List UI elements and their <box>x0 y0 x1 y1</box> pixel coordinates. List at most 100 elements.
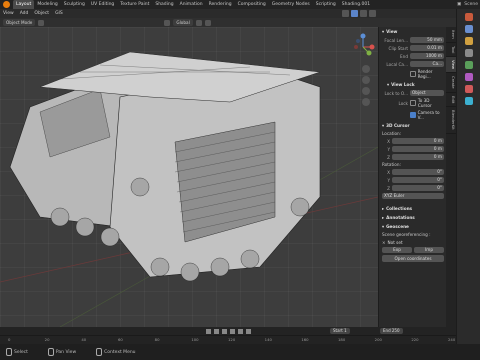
tab-geometry-nodes[interactable]: Geometry Nodes <box>269 0 313 9</box>
render-region-row[interactable]: Render Regi... <box>379 68 447 80</box>
properties-tab-icon[interactable] <box>465 97 473 105</box>
lock-cursor-checkbox[interactable] <box>410 100 416 106</box>
select-box-icon[interactable] <box>38 19 45 26</box>
axis-label: Y <box>387 177 390 183</box>
location-y-field[interactable]: 0 m <box>392 146 444 152</box>
tab-uv-editing[interactable]: UV Editing <box>88 0 117 9</box>
properties-tab-icon[interactable] <box>465 73 473 81</box>
menu-object[interactable]: Object <box>31 11 52 16</box>
tab-texture-paint[interactable]: Texture Paint <box>117 0 152 9</box>
axis-label: Y <box>387 146 390 152</box>
status-context: Context Menu <box>96 348 136 356</box>
frame-start-field[interactable]: Start 1 <box>330 328 350 334</box>
sidebar-tab-view[interactable]: View <box>446 57 456 74</box>
pan-hand-icon[interactable] <box>362 76 370 84</box>
tab-sculpting[interactable]: Sculpting <box>61 0 88 9</box>
cursor-section-title: 3D Cursor <box>386 123 410 128</box>
sidebar-tab-blenderkit[interactable]: BlenderKit <box>446 107 456 134</box>
lock-object-field[interactable]: Object <box>410 90 444 96</box>
view-lock-header[interactable]: ▾ View Lock <box>379 80 447 89</box>
tab-modeling[interactable]: Modeling <box>34 0 60 9</box>
import-button[interactable]: Imp <box>414 247 444 253</box>
3d-viewport[interactable] <box>0 27 378 327</box>
navigation-gizmo[interactable] <box>351 33 375 59</box>
rotation-mode-dropdown[interactable]: XYZ Euler <box>382 193 444 199</box>
zoom-icon[interactable] <box>362 65 370 73</box>
properties-tab-icon[interactable] <box>465 85 473 93</box>
menu-gis[interactable]: GIS <box>52 11 66 16</box>
tab-rendering[interactable]: Rendering <box>206 0 235 9</box>
clip-end-field[interactable]: 1000 m <box>410 53 444 59</box>
collections-header[interactable]: ▸ Collections <box>379 204 447 213</box>
clip-start-row: Clip Start 0.01 m <box>379 44 447 52</box>
lock-cursor-row[interactable]: Lock To 3D Cursor <box>379 97 447 109</box>
frame-tick-label: 60 <box>118 337 123 342</box>
blender-logo-icon[interactable] <box>3 1 10 8</box>
frame-tick-label: 80 <box>154 337 160 342</box>
view-section-header[interactable]: ▾ View <box>379 27 447 36</box>
end-value: 250 <box>391 328 400 333</box>
tab-compositing[interactable]: Compositing <box>235 0 269 9</box>
location-z-field[interactable]: 0 m <box>392 154 444 160</box>
shading-solid-icon[interactable] <box>351 10 358 17</box>
jump-end-icon[interactable] <box>245 328 251 334</box>
sidebar-tab-tool[interactable]: Tool <box>446 43 456 58</box>
menu-add[interactable]: Add <box>17 11 32 16</box>
transform-pivot-icon[interactable] <box>164 19 171 26</box>
properties-tab-icon[interactable] <box>465 25 473 33</box>
axis-gizmo-icon[interactable] <box>351 33 375 59</box>
jump-start-icon[interactable] <box>205 328 211 334</box>
local-camera-field[interactable]: Ca... <box>410 61 444 67</box>
play-icon[interactable] <box>229 328 235 334</box>
lock-object-label: Lock to O... <box>384 90 408 96</box>
export-button[interactable]: Exp <box>382 247 412 253</box>
rotation-z-field[interactable]: 0° <box>392 185 444 191</box>
scene-label[interactable]: Scene <box>464 0 478 9</box>
chevron-down-icon: ▾ <box>382 224 385 229</box>
location-x-field[interactable]: 0 m <box>392 138 444 144</box>
properties-tab-icon[interactable] <box>465 49 473 57</box>
tab-animation[interactable]: Animation <box>177 0 206 9</box>
tab-layout[interactable]: Layout <box>13 0 35 9</box>
geoscene-header[interactable]: ▾ Geoscene <box>379 222 447 231</box>
timeline-editor: Start 1 End 250 0 20 40 60 80 100 120 140 160 180… <box>0 327 456 344</box>
open-coordinates-button[interactable]: Open coordinates <box>382 255 444 262</box>
sidebar-tab-edit[interactable]: Edit <box>446 93 456 108</box>
proportional-edit-icon[interactable] <box>204 19 211 26</box>
menu-view[interactable]: View <box>0 11 17 16</box>
shading-material-icon[interactable] <box>360 10 367 17</box>
camera-to-view-label: Camera to V... <box>417 110 440 120</box>
sidebar-tab-item[interactable]: Item <box>446 27 456 43</box>
rotation-x-field[interactable]: 0° <box>392 169 444 175</box>
focal-length-field[interactable]: 50 mm <box>410 37 444 43</box>
scene-icon[interactable]: ▣ <box>457 0 461 9</box>
cursor-section-header[interactable]: ▾ 3D Cursor <box>379 121 447 130</box>
properties-tab-icon[interactable] <box>465 13 473 21</box>
properties-tab-icon[interactable] <box>465 61 473 69</box>
camera-to-view-row[interactable]: Camera to V... <box>379 109 447 121</box>
play-reverse-icon[interactable] <box>221 328 227 334</box>
annotations-header[interactable]: ▸ Annotations <box>379 213 447 222</box>
render-region-checkbox[interactable] <box>410 71 416 77</box>
properties-tab-icon[interactable] <box>465 37 473 45</box>
shading-rendered-icon[interactable] <box>369 10 376 17</box>
mode-selector[interactable]: Object Mode <box>3 19 36 26</box>
tank-model[interactable] <box>0 27 378 327</box>
clip-start-field[interactable]: 0.01 m <box>410 45 444 51</box>
next-keyframe-icon[interactable] <box>237 328 243 334</box>
camera-view-icon[interactable] <box>362 87 370 95</box>
shading-wireframe-icon[interactable] <box>342 10 349 17</box>
tab-shading[interactable]: Shading <box>152 0 176 9</box>
prev-keyframe-icon[interactable] <box>213 328 219 334</box>
rotation-y-field[interactable]: 0° <box>392 177 444 183</box>
perspective-toggle-icon[interactable] <box>362 98 370 106</box>
tab-shading-001[interactable]: Shading.001 <box>339 0 373 9</box>
frame-end-field[interactable]: End 250 <box>380 328 403 334</box>
camera-to-view-checkbox[interactable] <box>410 112 416 118</box>
snap-icon[interactable] <box>195 19 202 26</box>
chevron-down-icon: ▾ <box>382 123 385 128</box>
tab-scripting[interactable]: Scripting <box>313 0 339 9</box>
orientation-selector[interactable]: Global <box>173 19 193 26</box>
sidebar-tab-create[interactable]: Create <box>446 73 456 93</box>
viewport-header-icons <box>342 10 376 17</box>
